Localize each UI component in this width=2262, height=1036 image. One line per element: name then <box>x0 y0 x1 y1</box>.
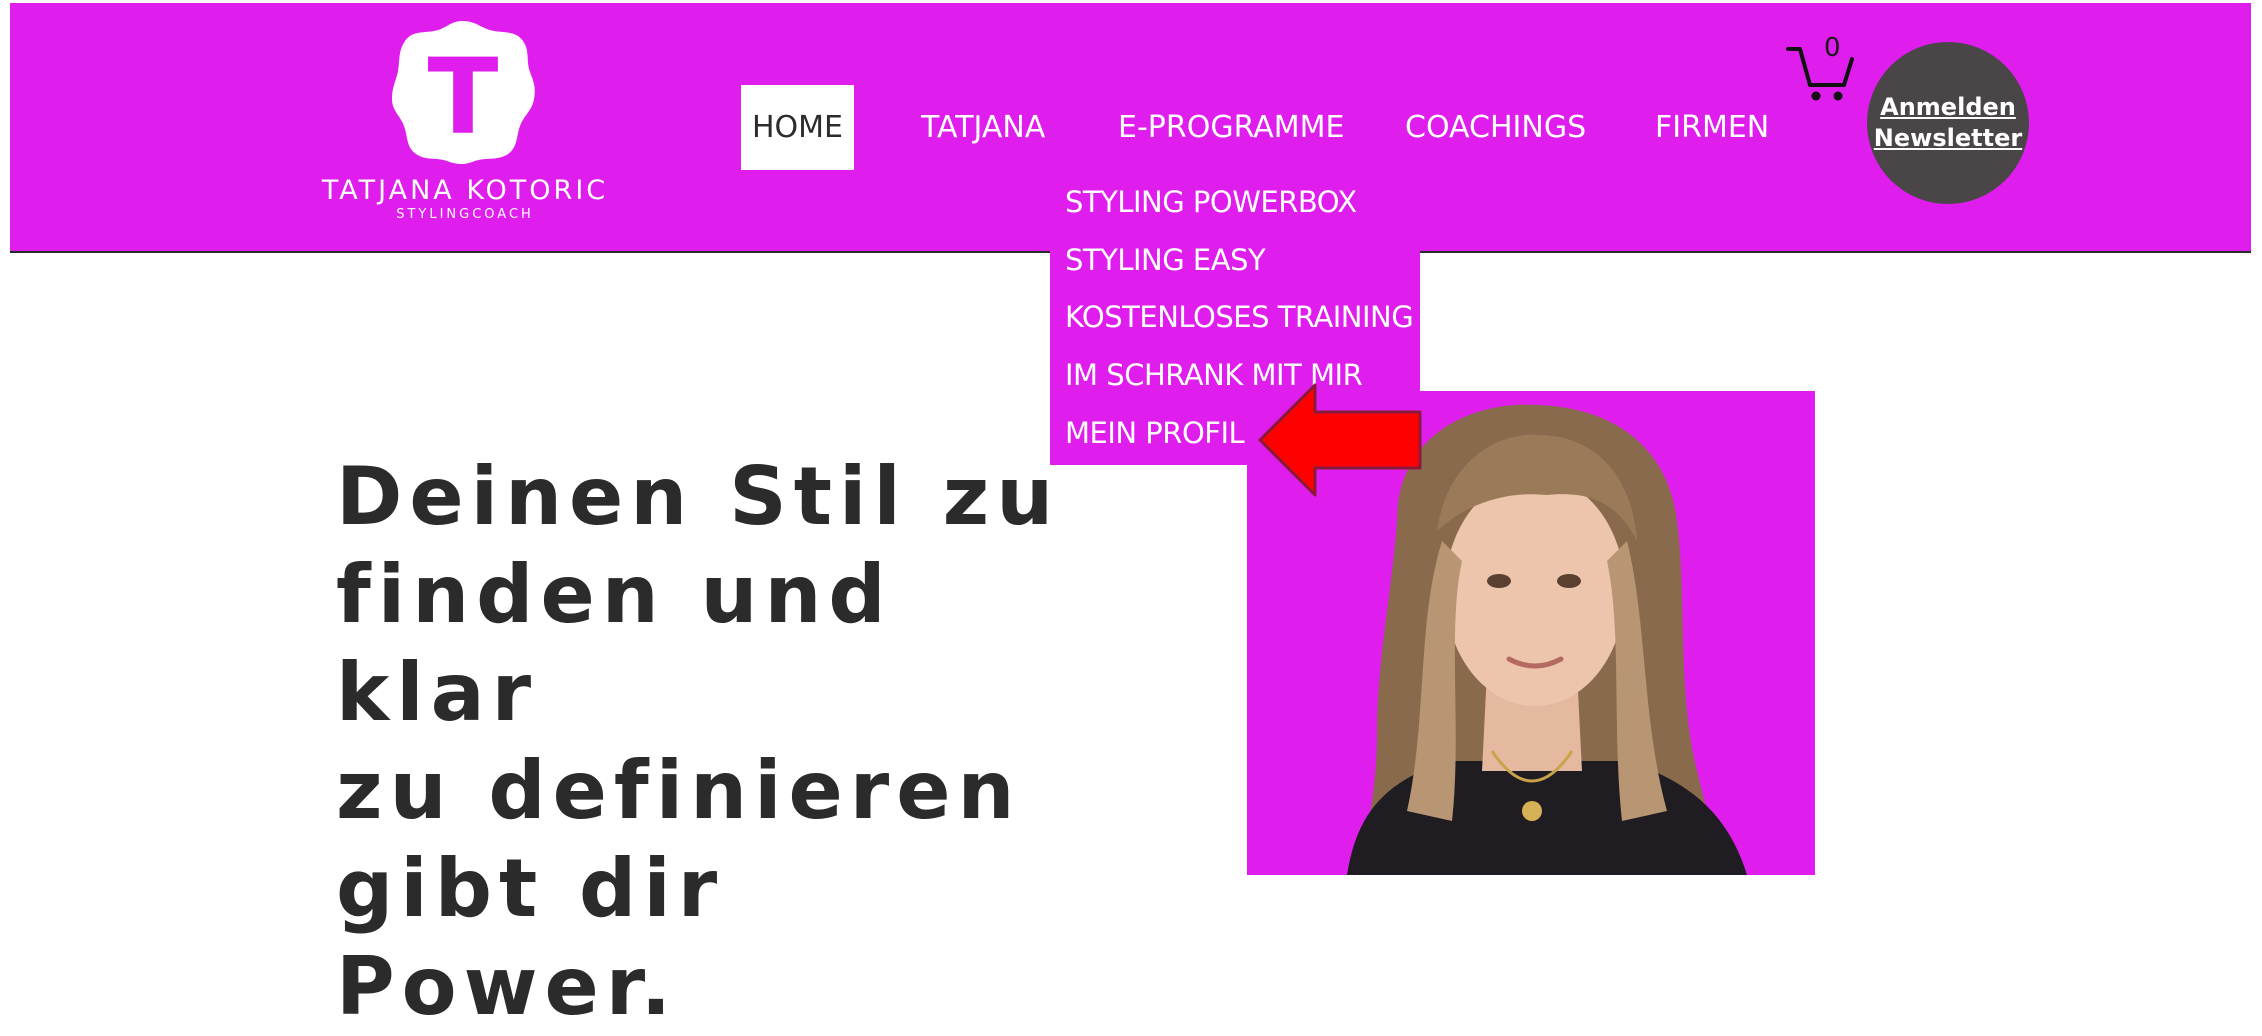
newsletter-signup-button[interactable]: Anmelden Newsletter <box>1867 42 2029 204</box>
newsletter-label-line2: Newsletter <box>1873 124 2023 152</box>
headline-line-1: Deinen Stil zu <box>336 450 1061 543</box>
dropdown-item-mein-profil[interactable]: MEIN PROFIL <box>1065 416 1245 450</box>
headline-line-4: gibt dir Power. <box>336 842 725 1033</box>
newsletter-label-line1: Anmelden <box>1880 93 2016 121</box>
hero-headline: Deinen Stil zu finden und klar zu defini… <box>336 448 1096 1036</box>
brand-name: TATJANA KOTORIC <box>321 175 609 206</box>
cart-button[interactable]: 0 <box>1786 33 1862 103</box>
dropdown-item-styling-powerbox[interactable]: STYLING POWERBOX <box>1065 185 1357 219</box>
red-arrow-icon <box>1258 383 1422 497</box>
nav-item-tatjana[interactable]: TATJANA <box>921 85 1045 170</box>
nav-item-home[interactable]: HOME <box>741 85 854 170</box>
dropdown-item-kostenloses-training[interactable]: KOSTENLOSES TRAINING <box>1065 300 1414 334</box>
cart-count: 0 <box>1824 33 1841 63</box>
logo-letter: T <box>428 36 499 158</box>
nav-item-firmen[interactable]: FIRMEN <box>1655 85 1769 170</box>
cart-icon <box>1786 47 1854 101</box>
logo-badge-icon: T <box>392 21 535 164</box>
nav-item-coachings[interactable]: COACHINGS <box>1405 85 1586 170</box>
headline-line-3: zu definieren <box>336 744 1022 837</box>
dropdown-item-styling-easy[interactable]: STYLING EASY <box>1065 243 1266 277</box>
brand-logo[interactable]: T TATJANA KOTORIC STYLINGCOACH <box>310 15 620 222</box>
brand-subtitle: STYLINGCOACH <box>396 207 534 222</box>
nav-item-e-programme[interactable]: E-PROGRAMME <box>1118 85 1344 170</box>
headline-line-2: finden und klar <box>336 548 893 739</box>
